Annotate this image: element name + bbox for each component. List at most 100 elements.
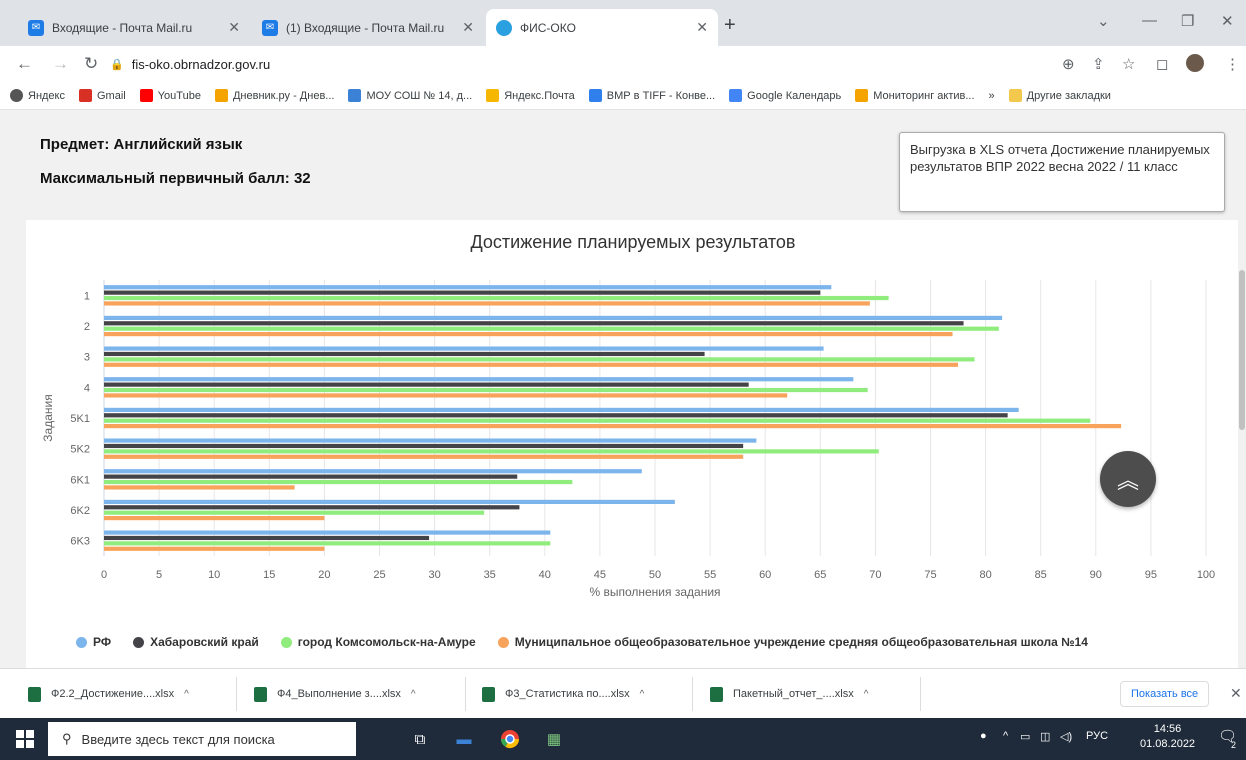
bar [104,438,757,443]
excel-file-icon [254,686,267,702]
yandex-icon [10,89,23,102]
close-downloads-icon[interactable]: ✕ [1230,685,1242,702]
network-icon[interactable]: ◫ [1040,730,1050,743]
y-tick-label: 6K3 [70,536,90,548]
bar [104,413,1008,418]
bookmark-monitoring[interactable]: Мониторинг актив... [855,89,975,102]
download-filename: Ф2.2_Достижение....xlsx [51,688,175,700]
chevron-up-icon[interactable]: ^ [411,689,416,700]
bookmark-school[interactable]: МОУ СОШ № 14, д... [348,89,472,102]
y-tick-label: 3 [84,352,90,364]
page-content: Предмет: Английский язык Максимальный пе… [0,110,1246,668]
zoom-icon[interactable]: ⊕ [1062,55,1075,73]
x-tick-label: 95 [1145,569,1157,581]
download-filename: Ф3_Статистика по....xlsx [505,688,630,700]
tray-chevron-icon[interactable]: ^ [1003,730,1008,742]
close-tab-icon[interactable]: ✕ [228,19,240,36]
download-item[interactable]: Ф4_Выполнение з....xlsx ^ [254,683,416,705]
share-icon[interactable]: ⇪ [1092,55,1105,73]
star-icon[interactable]: ☆ [1122,55,1135,73]
notification-count: 2 [1231,740,1237,750]
chrome-icon[interactable] [498,727,522,751]
download-item[interactable]: Пакетный_отчет_....xlsx ^ [710,683,868,705]
restore-icon[interactable]: ❐ [1181,12,1194,30]
bookmark-yandex[interactable]: Яндекс [10,89,65,102]
tab-mail-inbox-2[interactable]: ✉ (1) Входящие - Почта Mail.ru ✕ [252,9,484,46]
legend-item-rf[interactable]: РФ [76,635,111,649]
profile-avatar[interactable] [1186,54,1204,72]
page-scrollbar[interactable] [1238,110,1246,668]
file-explorer-icon[interactable]: ▬ [452,727,476,751]
close-window-icon[interactable]: ✕ [1221,12,1234,30]
close-tab-icon[interactable]: ✕ [696,19,708,36]
chevron-up-icon[interactable]: ^ [864,689,869,700]
bar [104,424,1122,429]
windows-start-icon[interactable] [16,730,34,748]
x-tick-label: 85 [1035,569,1047,581]
bookmark-label: Дневник.ру - Днев... [232,89,335,102]
lock-icon: 🔒 [110,58,124,71]
download-filename: Пакетный_отчет_....xlsx [733,688,854,700]
show-all-downloads-button[interactable]: Показать все [1120,681,1210,707]
bookmark-youtube[interactable]: YouTube [139,89,201,102]
minimize-icon[interactable]: — [1142,12,1157,29]
tab-search-icon[interactable]: ⌄ [1097,12,1110,30]
bookmark-label: ВМР в TIFF - Конве... [606,89,716,102]
volume-icon[interactable]: ◁) [1060,730,1072,743]
y-tick-label: 1 [84,290,90,302]
bookmark-label: Яндекс [28,89,65,102]
forward-icon[interactable]: → [52,54,69,74]
bookmark-bmp-tiff[interactable]: ВМР в TIFF - Конве... [588,89,716,102]
taskbar-clock[interactable]: 14:56 01.08.2022 [1140,722,1195,752]
y-tick-label: 6K2 [70,505,90,517]
bar [104,290,821,295]
x-tick-label: 60 [759,569,771,581]
bar [104,516,325,521]
search-icon: ⚲ [62,731,72,746]
x-tick-label: 25 [373,569,385,581]
scrollbar-thumb[interactable] [1239,270,1245,430]
legend-item-khabarovsk[interactable]: Хабаровский край [133,635,259,649]
chart-legend: РФ Хабаровский край город Комсомольск-на… [76,635,1088,649]
bookmark-yandex-mail[interactable]: Яндекс.Почта [486,89,575,102]
browser-tab-strip: ✉ Входящие - Почта Mail.ru ✕ ✉ (1) Входя… [0,0,1246,46]
legend-item-komsomolsk[interactable]: город Комсомольск-на-Амуре [280,635,476,649]
side-panel-icon[interactable]: ◻ [1156,55,1168,73]
bookmark-gmail[interactable]: Gmail [79,89,126,102]
menu-icon[interactable]: ⋮ [1225,55,1240,73]
legend-marker [497,636,509,648]
new-tab-button[interactable]: + [724,14,736,37]
bookmark-other[interactable]: Другие закладки [1008,89,1111,102]
chevron-up-icon[interactable]: ^ [640,689,645,700]
close-tab-icon[interactable]: ✕ [462,19,474,36]
chevron-up-icon[interactable]: ^ [184,689,189,700]
excel-file-icon [710,686,723,702]
scroll-to-top-button[interactable]: ︽ [1100,451,1156,507]
bookmark-google-calendar[interactable]: Google Календарь [729,89,841,102]
x-tick-label: 65 [814,569,826,581]
excel-file-icon [482,686,495,702]
task-view-icon[interactable]: ⧉ [408,727,432,751]
tab-title: (1) Входящие - Почта Mail.ru [286,20,445,35]
youtube-icon [139,89,153,102]
reload-icon[interactable]: ↻ [84,54,98,74]
bookmarks-overflow[interactable]: » [989,90,995,102]
browser-toolbar: ← → ↻ 🔒 fis-oko.obrnadzor.gov.ru ⊕ ⇪ ☆ ◻… [0,46,1246,82]
tab-fis-oko[interactable]: ФИС-ОКО ✕ [486,9,718,46]
battery-icon[interactable]: ▭ [1020,730,1030,743]
download-item[interactable]: Ф2.2_Достижение....xlsx ^ [28,683,189,705]
bar [104,541,551,546]
tab-mail-inbox[interactable]: ✉ Входящие - Почта Mail.ru ✕ [18,9,250,46]
tray-app-icon[interactable]: ● [980,730,987,742]
excel-app-icon[interactable]: ▦ [542,727,566,751]
x-tick-label: 45 [594,569,606,581]
language-indicator[interactable]: РУС [1086,730,1108,742]
bookmark-dnevnik[interactable]: Дневник.ру - Днев... [214,89,335,102]
back-icon[interactable]: ← [16,54,33,74]
taskbar-search[interactable]: ⚲ Введите здесь текст для поиска [48,722,356,756]
legend-item-school-14[interactable]: Муниципальное общеобразовательное учрежд… [497,635,1088,649]
download-item[interactable]: Ф3_Статистика по....xlsx ^ [482,683,644,705]
x-tick-label: 30 [428,569,440,581]
max-score-heading: Максимальный первичный балл: 32 [40,170,311,187]
address-bar[interactable]: 🔒 fis-oko.obrnadzor.gov.ru [110,51,1050,77]
